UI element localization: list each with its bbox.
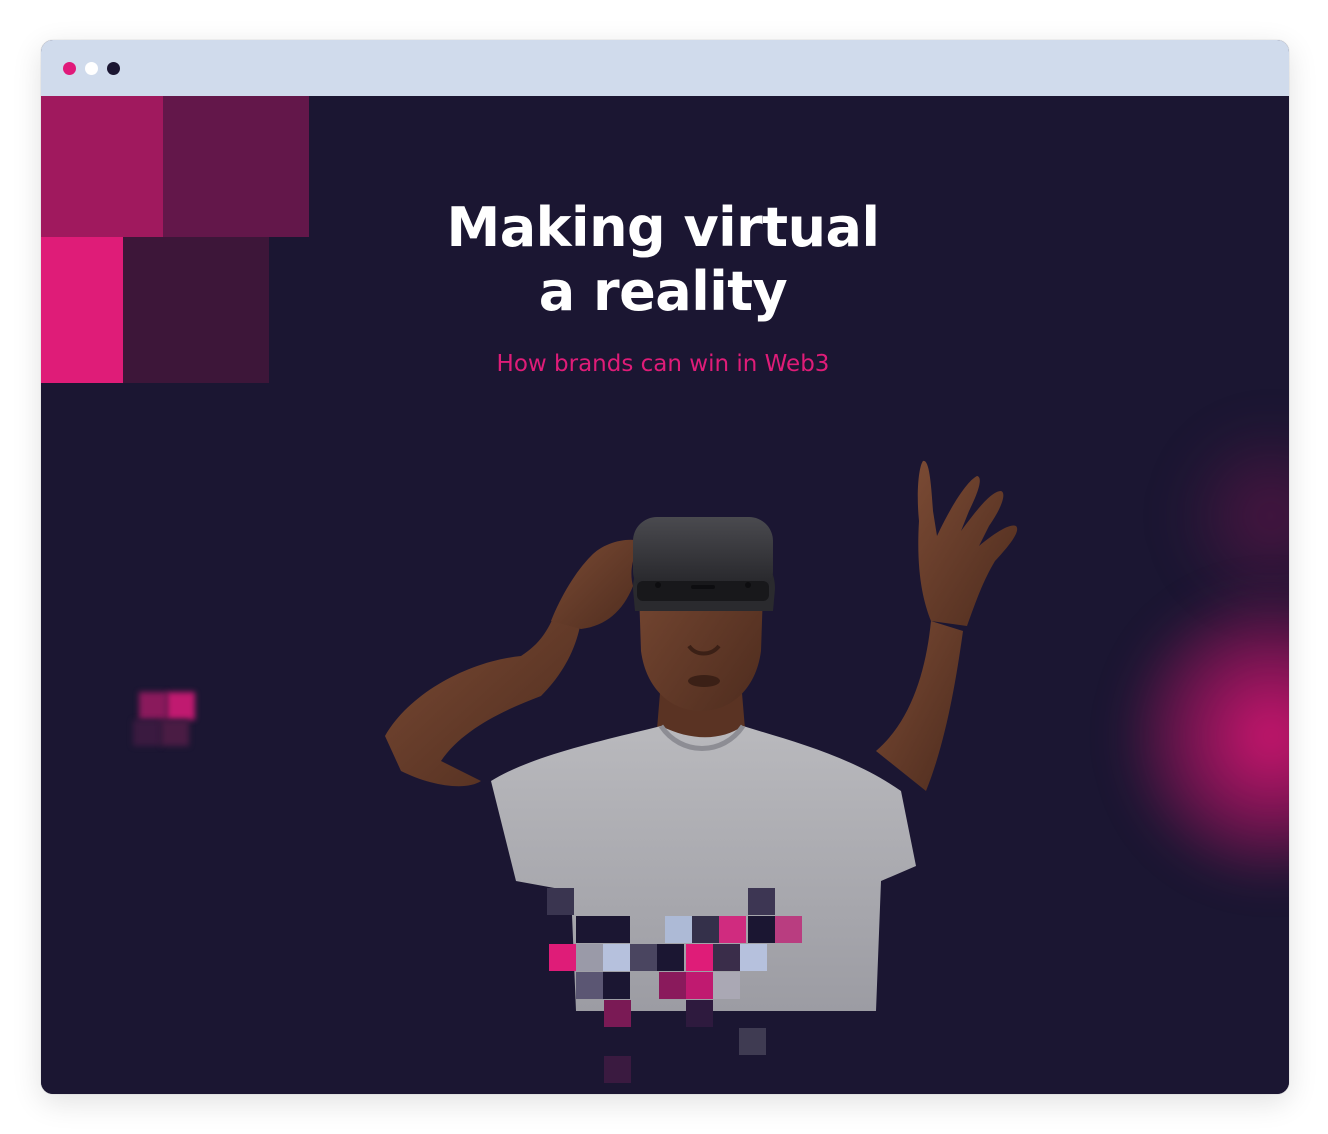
pixel-tile [603,944,630,971]
window-titlebar [41,40,1289,96]
pixel-tile [665,916,692,943]
pixel-tile [576,916,603,943]
close-window-dot-icon[interactable] [63,62,76,75]
pixel-tile [657,944,684,971]
page-title: Making virtual a reality [363,196,963,324]
decorative-block [41,96,163,237]
pixel-tile [719,916,746,943]
pixel-tile [740,944,767,971]
pixel-tile [748,916,775,943]
pixel-tile [739,1028,766,1055]
pixel-tile [604,1056,631,1083]
hero-section: Making virtual a reality How brands can … [41,96,1289,1094]
pixel-tile [748,888,775,915]
title-line: a reality [538,260,788,323]
pixel-tile [547,888,574,915]
pixel-tile [775,916,802,943]
decorative-block [123,237,269,383]
pixel-tile [686,944,713,971]
pixel-tile [576,972,603,999]
pixel-tile [713,944,740,971]
pixel-tile [549,944,576,971]
blurred-pixel [161,720,189,746]
page-subtitle: How brands can win in Web3 [496,351,830,377]
decorative-block [163,96,309,237]
blurred-pixel [133,720,161,746]
pixel-tile [603,916,630,943]
pixel-tile [576,944,603,971]
maximize-window-dot-icon[interactable] [107,62,120,75]
pixel-tile [713,972,740,999]
browser-window: Making virtual a reality How brands can … [41,40,1289,1094]
pixel-tile [686,972,713,999]
blurred-pixel [139,692,167,720]
pixel-tile [659,972,686,999]
blurred-pixel [167,692,195,720]
pixel-tile [630,944,657,971]
pixel-tile [692,916,719,943]
pixel-tile [603,972,630,999]
decorative-block [41,237,123,383]
pixel-tile [686,1000,713,1027]
background-glow [1121,576,1289,896]
pixel-tile [604,1000,631,1027]
title-line: Making virtual [446,196,880,259]
minimize-window-dot-icon[interactable] [85,62,98,75]
